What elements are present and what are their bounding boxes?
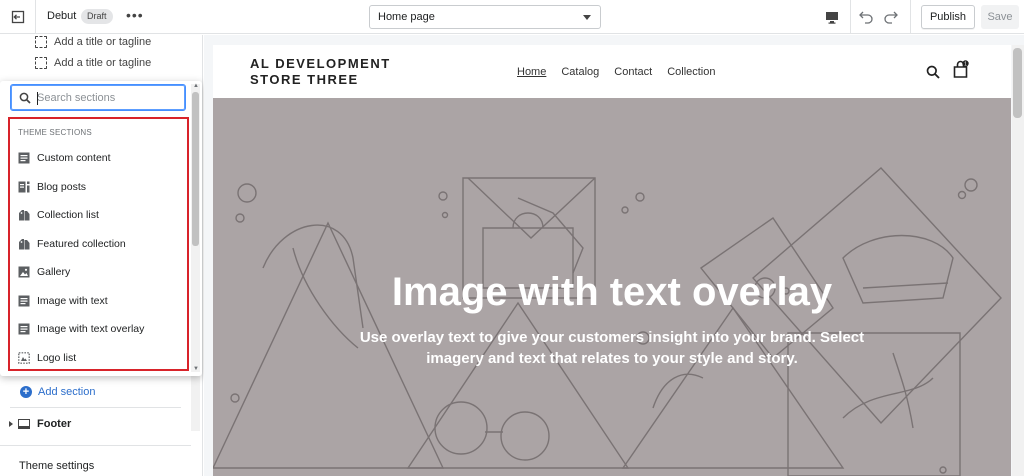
nav-link-catalog[interactable]: Catalog [561,66,599,78]
hero-image-overlay-section[interactable]: Image with text overlay Use overlay text… [213,98,1011,476]
save-button[interactable]: Save [981,5,1019,29]
undo-icon [859,11,873,24]
redo-icon [884,11,898,24]
page-select-value: Home page [378,11,435,23]
hero-title: Image with text overlay [391,270,833,314]
section-item-collection-list[interactable]: Collection list [18,207,99,223]
text-block-dashed-icon [35,57,47,69]
theme-name: Debut [47,10,77,22]
divider [910,0,911,34]
sidebar-block-item[interactable]: Add a title or tagline [35,35,151,49]
section-item-label: Logo list [37,352,77,364]
section-item-label: Featured collection [37,238,126,250]
sidebar-item-footer[interactable]: Footer [9,418,71,430]
section-item-featured-collection[interactable]: Featured collection [18,236,126,252]
sidebar-block-label: Add a title or tagline [54,36,152,48]
store-preview: AL DEVELOPMENT STORE THREE Home Catalog … [213,45,1011,476]
popover-scrollbar-thumb[interactable] [192,92,199,246]
search-icon [19,92,31,104]
section-item-label: Custom content [37,152,111,164]
text-cursor [37,92,38,105]
hero-text: Use overlay text to give your customers … [359,329,865,367]
add-section-button[interactable]: + Add section [20,386,95,398]
add-section-label: Add section [38,386,96,398]
exit-icon [11,10,24,24]
desktop-icon [825,11,838,24]
more-actions-button[interactable]: ••• [126,8,144,22]
redo-button[interactable] [883,8,899,29]
image-icon [18,266,30,278]
status-badge: Draft [81,9,113,24]
plus-circle-icon: + [20,386,32,398]
cart-count: 1 [964,61,967,67]
nav-link-contact[interactable]: Contact [614,66,652,78]
nav-link-collection[interactable]: Collection [667,66,715,78]
divider [10,407,181,408]
scroll-up-arrow-icon[interactable]: ▲ [193,83,199,89]
store-name-line: STORE THREE [250,72,359,87]
nav-link-home[interactable]: Home [517,66,546,78]
logo-list-icon [18,352,30,364]
store-nav: Home Catalog Contact Collection [517,66,731,78]
store-name-line: AL DEVELOPMENT [250,56,391,71]
section-item-logo-list[interactable]: Logo list [18,350,76,366]
section-item-label: Collection list [37,209,99,221]
section-item-blog-posts[interactable]: Blog posts [18,179,86,195]
cart-icon[interactable]: 1 [953,60,969,79]
section-item-label: Blog posts [37,181,87,193]
theme-settings-link[interactable]: Theme settings [19,460,94,472]
blog-icon [18,181,30,193]
theme-sections-list: THEME SECTIONS Custom content Blog posts… [8,117,189,371]
undo-button[interactable] [858,8,874,29]
footer-label: Footer [37,418,72,430]
section-item-label: Image with text [37,295,108,307]
search-input[interactable] [37,89,177,107]
section-item-custom-content[interactable]: Custom content [18,150,111,166]
section-item-label: Image with text overlay [37,323,145,335]
chevron-down-icon [583,15,591,20]
section-item-gallery[interactable]: Gallery [18,264,70,280]
scroll-down-arrow-icon[interactable]: ▼ [193,366,199,372]
collection-icon [19,210,30,221]
section-item-image-with-text[interactable]: Image with text [18,293,108,309]
footer-section-icon [18,419,30,429]
search-icon[interactable] [926,65,940,79]
text-block-icon [18,152,30,164]
store-logo[interactable]: AL DEVELOPMENT STORE THREE [250,56,391,88]
top-bar: Debut Draft ••• Home page Publish Save [0,0,1024,34]
search-field[interactable] [10,84,186,111]
text-block-dashed-icon [35,36,47,48]
sidebar-block-item[interactable]: Add a title or tagline [35,56,151,70]
chevron-right-icon [9,421,13,427]
section-item-image-with-text-overlay[interactable]: Image with text overlay [18,321,144,337]
publish-button[interactable]: Publish [921,5,975,29]
sidebar-block-label: Add a title or tagline [54,57,152,69]
preview-scrollbar-thumb[interactable] [1013,48,1022,118]
theme-sections-header: THEME SECTIONS [18,128,92,137]
text-block-icon [18,323,30,335]
divider [0,445,191,446]
add-section-popover: THEME SECTIONS Custom content Blog posts… [0,81,202,376]
text-block-icon [18,295,30,307]
desktop-view-button[interactable] [813,0,851,34]
collection-icon [19,239,30,250]
exit-button[interactable] [0,0,36,34]
section-item-label: Gallery [37,266,71,278]
page-select[interactable]: Home page [369,5,601,29]
